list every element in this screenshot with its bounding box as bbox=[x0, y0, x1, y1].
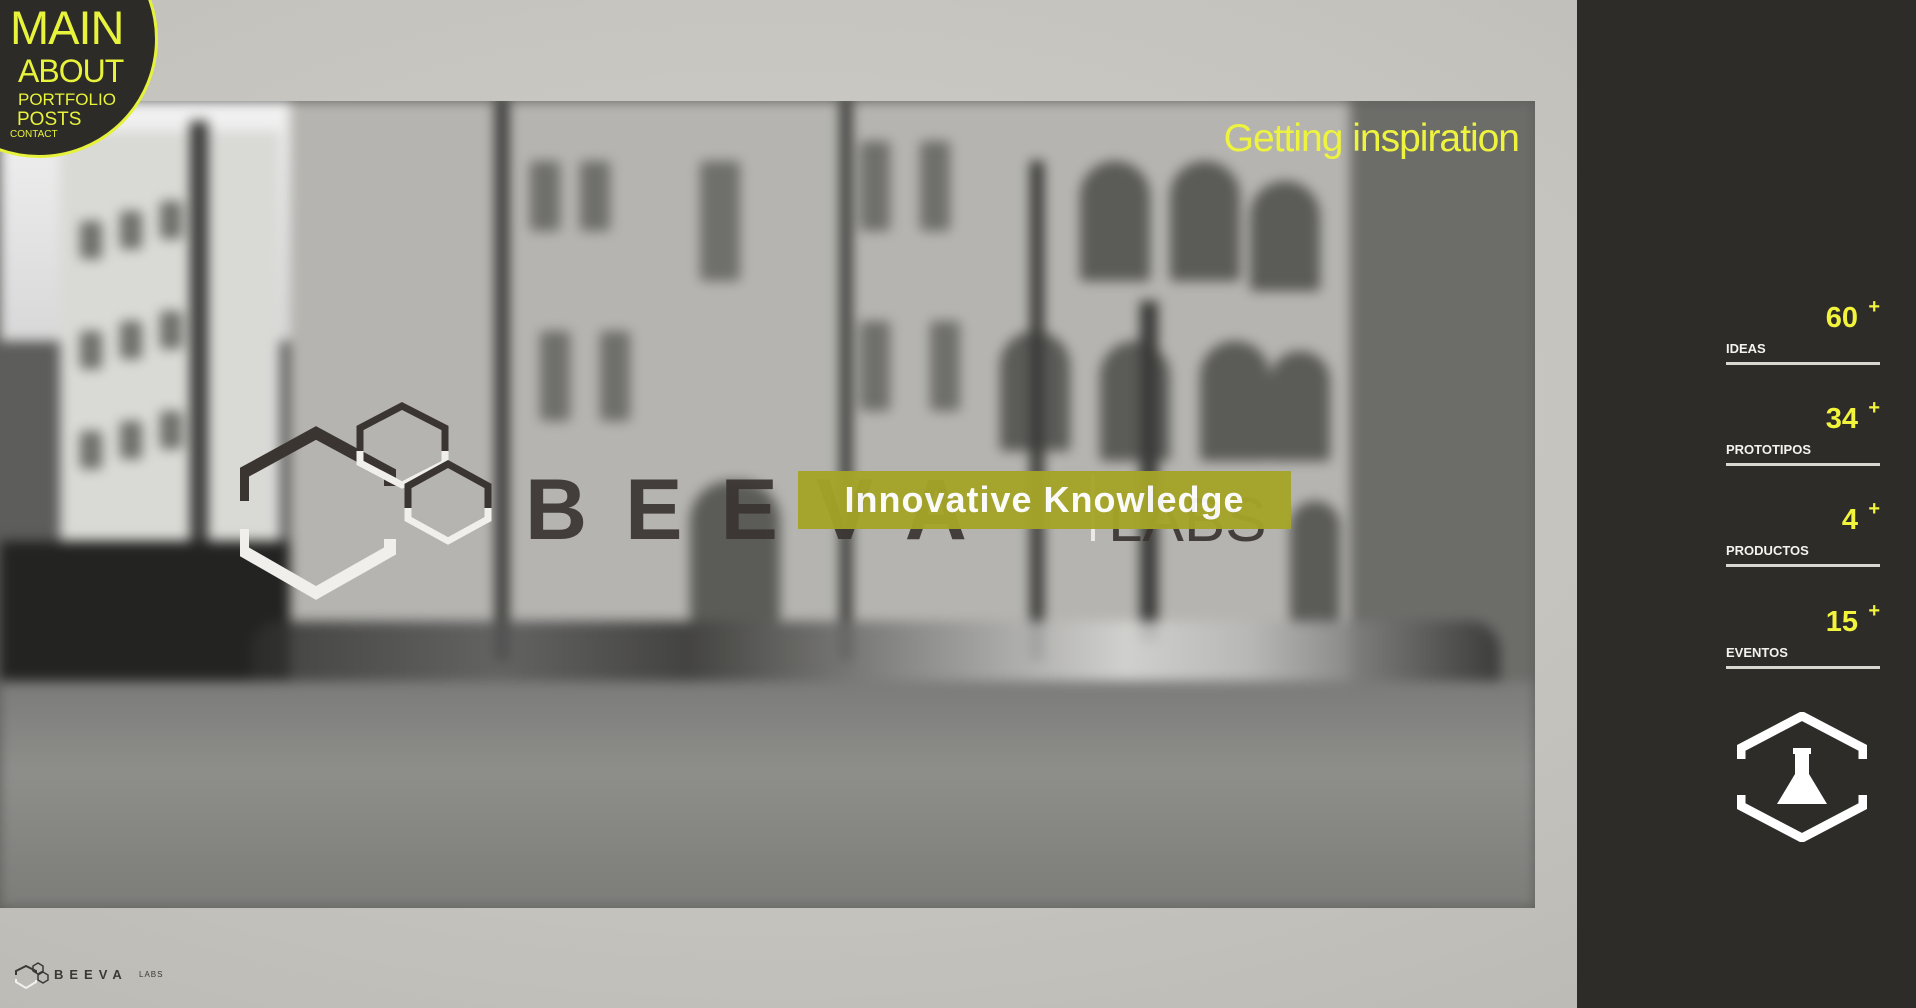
stat-productos: 4 + PRODUCTOS bbox=[1726, 498, 1880, 567]
hexagon-logo-icon bbox=[240, 402, 492, 600]
stat-value: 34 bbox=[1825, 403, 1858, 435]
stats-panel: 60 + IDEAS 34 + PROTOTIPOS 4 + PRODUCTOS… bbox=[1577, 0, 1916, 1008]
stat-label: IDEAS bbox=[1726, 341, 1766, 356]
footer-logo-labs: LABS bbox=[139, 970, 164, 979]
stat-value: 15 bbox=[1825, 606, 1858, 638]
stat-label: PRODUCTOS bbox=[1726, 543, 1809, 558]
stat-plus: + bbox=[1868, 397, 1880, 419]
footer-logo[interactable]: BEEVA LABS bbox=[14, 961, 184, 991]
stat-value: 4 bbox=[1841, 504, 1858, 536]
stat-prototipos: 34 + PROTOTIPOS bbox=[1726, 397, 1880, 466]
hexagon-logo-icon bbox=[15, 962, 49, 990]
stat-ideas: 60 + IDEAS bbox=[1726, 296, 1880, 365]
stat-plus: + bbox=[1868, 600, 1880, 622]
stat-eventos: 15 + EVENTOS bbox=[1726, 600, 1880, 669]
stat-label: PROTOTIPOS bbox=[1726, 442, 1811, 457]
nav-link-posts[interactable]: POSTS bbox=[17, 110, 81, 129]
hero-video[interactable]: Getting inspiration BEEVA LABS bbox=[0, 101, 1535, 908]
hero-title: Getting inspiration bbox=[1223, 117, 1520, 160]
stat-value: 60 bbox=[1825, 302, 1858, 334]
stat-plus: + bbox=[1868, 498, 1880, 520]
nav-link-portfolio[interactable]: PORTFOLIO bbox=[18, 91, 116, 108]
flask-icon[interactable] bbox=[1737, 712, 1867, 842]
stat-label: EVENTOS bbox=[1726, 645, 1788, 660]
footer-logo-wordmark: BEEVA bbox=[54, 967, 128, 982]
stat-plus: + bbox=[1868, 296, 1880, 318]
nav-link-about[interactable]: ABOUT bbox=[18, 55, 124, 87]
page: Getting inspiration BEEVA LABS Innovativ… bbox=[0, 0, 1916, 1008]
tagline-banner: Innovative Knowledge bbox=[798, 471, 1291, 529]
nav-link-contact[interactable]: CONTACT bbox=[10, 130, 58, 140]
nav-link-main[interactable]: MAIN bbox=[10, 4, 124, 51]
